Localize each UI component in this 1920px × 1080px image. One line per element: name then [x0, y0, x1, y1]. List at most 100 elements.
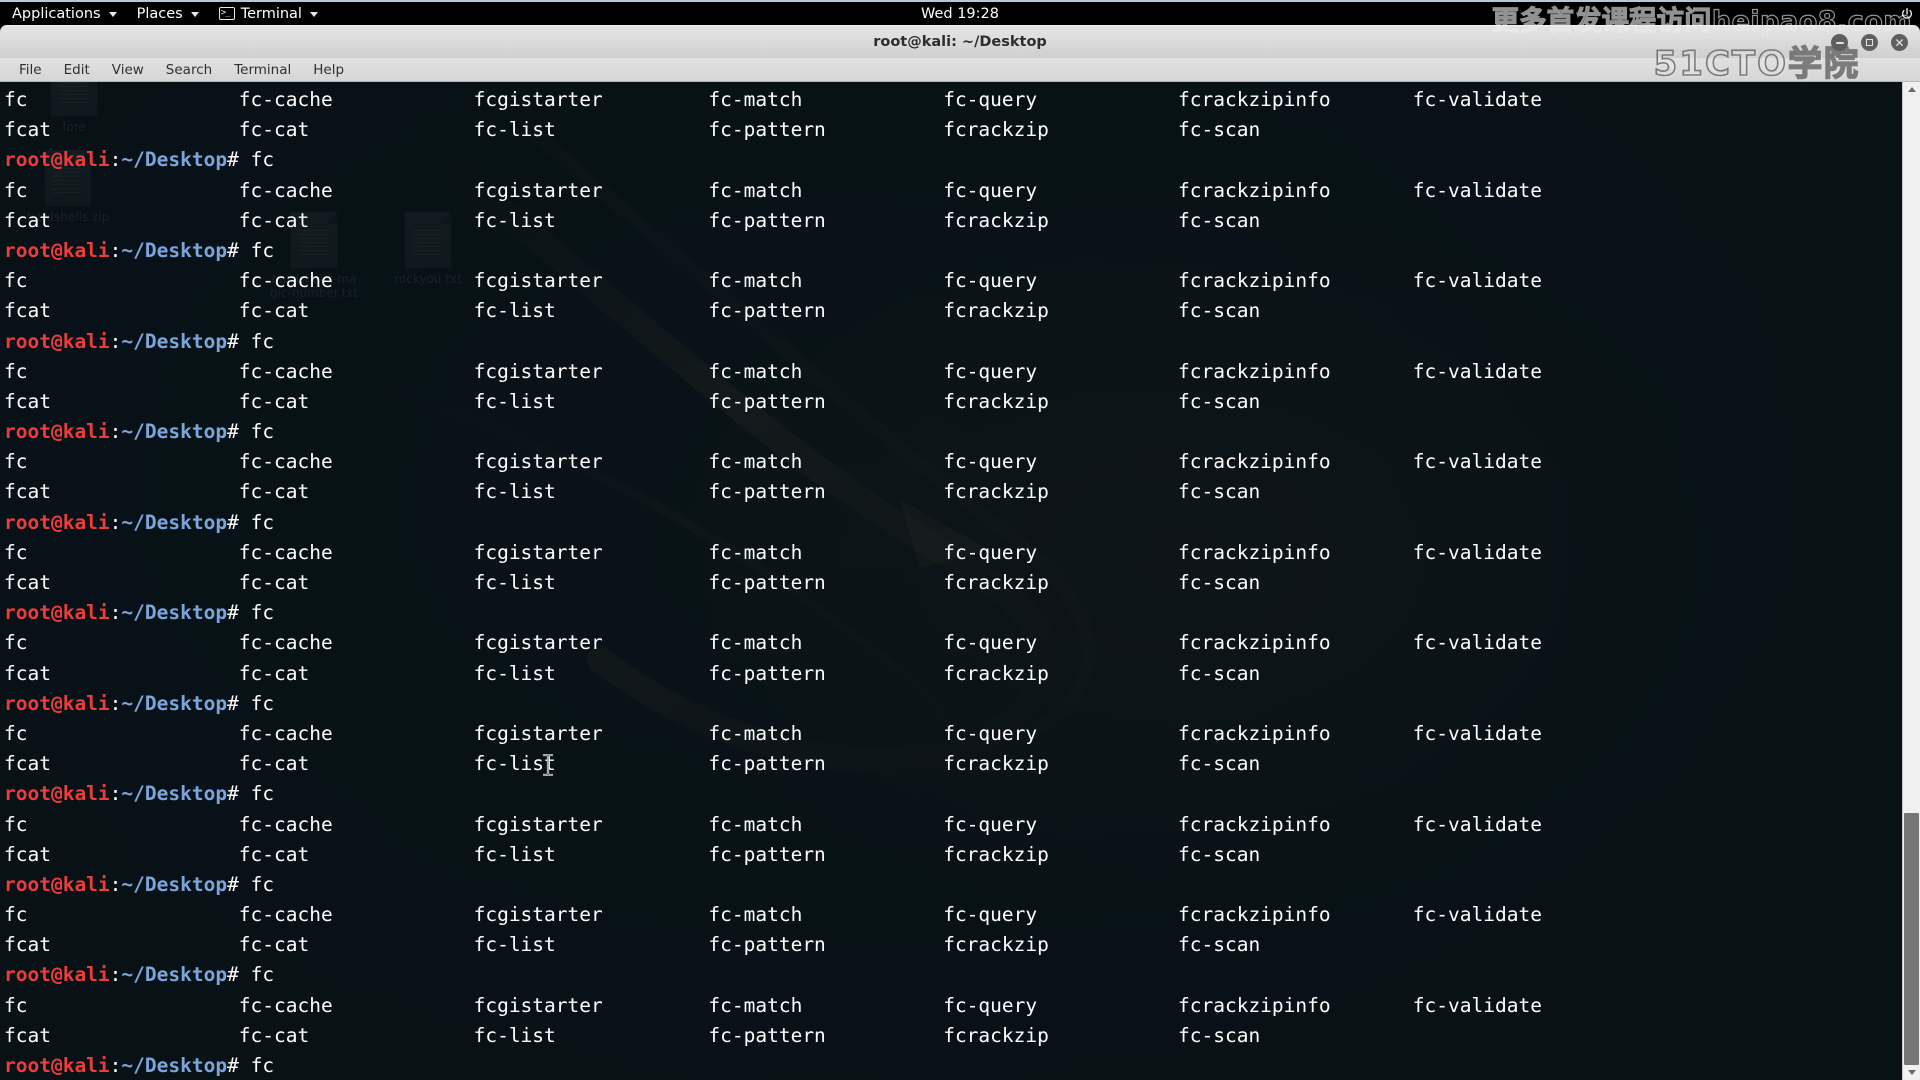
terminal-completion-line: fcat fc-cat fc-list fc-pattern fcrackzip…: [4, 208, 1261, 232]
menu-item-file[interactable]: File: [8, 59, 53, 81]
terminal-icon: >_: [218, 7, 235, 20]
terminal-completion-line: fc fc-cache fcgistarter fc-match fc-quer…: [4, 359, 1542, 383]
menu-applications[interactable]: Applications: [0, 2, 127, 25]
window-titlebar[interactable]: root@kali: ~/Desktop ✕: [0, 25, 1920, 58]
prompt-sigil: #: [227, 963, 251, 987]
prompt-sigil: #: [227, 691, 251, 715]
window-controls: ✕: [1831, 34, 1908, 51]
window-title: root@kali: ~/Desktop: [873, 34, 1047, 50]
prompt-user-host: root@kali: [4, 329, 110, 353]
terminal-completion-line: fc fc-cache fcgistarter fc-match fc-quer…: [4, 88, 1542, 111]
prompt-path: ~/Desktop: [121, 1054, 228, 1077]
minimize-button[interactable]: [1831, 34, 1848, 51]
terminal-scrollbar[interactable]: [1902, 82, 1920, 1080]
prompt-command: fc: [250, 872, 275, 896]
terminal-completion-line: fc fc-cache fcgistarter fc-match fc-quer…: [4, 540, 1542, 564]
prompt-path: ~/Desktop: [121, 329, 228, 353]
terminal-prompt-line: root@kali:~/Desktop# fc: [4, 508, 1902, 538]
terminal-completion-line: fcat fc-cat fc-list fc-pattern fcrackzip…: [4, 842, 1261, 866]
terminal-completion-line: fc fc-cache fcgistarter fc-match fc-quer…: [4, 993, 1542, 1017]
prompt-path: ~/Desktop: [121, 148, 228, 172]
maximize-button[interactable]: [1861, 34, 1878, 51]
terminal-completion-line: fc fc-cache fcgistarter fc-match fc-quer…: [4, 450, 1542, 474]
prompt-command: fc: [250, 601, 275, 625]
terminal-completion-line: fcat fc-cat fc-list fc-pattern fcrackzip…: [4, 299, 1261, 323]
prompt-user-host: root@kali: [4, 1054, 110, 1077]
terminal-completion-line: fcat fc-cat fc-list fc-pattern fcrackzip…: [4, 118, 1261, 142]
terminal-prompt-line: root@kali:~/Desktop# fc: [4, 327, 1902, 357]
prompt-command: fc: [250, 420, 275, 444]
terminal-prompt-line: root@kali:~/Desktop# fc: [4, 689, 1902, 719]
prompt-sigil: #: [227, 1054, 251, 1077]
terminal-prompt-line: root@kali:~/Desktop# fc: [4, 145, 1902, 175]
terminal-prompt-line: root@kali:~/Desktop# fc: [4, 236, 1902, 266]
prompt-command: fc: [250, 691, 275, 715]
terminal-window: root@kali: ~/Desktop ✕ File Edit View Searc…: [0, 25, 1920, 1080]
prompt-colon: :: [109, 963, 122, 987]
prompt-colon: :: [109, 601, 122, 625]
prompt-command: fc: [250, 782, 275, 806]
prompt-user-host: root@kali: [4, 601, 110, 625]
prompt-path: ~/Desktop: [121, 782, 228, 806]
chevron-down-icon: [309, 12, 318, 17]
minus-icon: [1835, 41, 1844, 44]
menu-terminal[interactable]: >_ Terminal: [209, 2, 328, 25]
chevron-down-icon: [1907, 1070, 1916, 1075]
prompt-command: fc: [250, 329, 275, 353]
prompt-command: fc: [250, 1054, 275, 1077]
terminal-body[interactable]: fc fc-cache fcgistarter fc-match fc-quer…: [0, 82, 1920, 1080]
prompt-path: ~/Desktop: [121, 872, 228, 896]
terminal-completion-line: fcat fc-cat fc-list fc-pattern fcrackzip…: [4, 933, 1261, 957]
prompt-path: ~/Desktop: [121, 601, 228, 625]
scroll-up-button[interactable]: [1903, 82, 1920, 97]
applications-label: Applications: [12, 5, 101, 22]
menu-item-search[interactable]: Search: [155, 59, 223, 81]
prompt-user-host: root@kali: [4, 963, 110, 987]
prompt-colon: :: [109, 148, 122, 172]
chevron-down-icon: [108, 12, 117, 17]
terminal-completion-line: fc fc-cache fcgistarter fc-match fc-quer…: [4, 269, 1542, 293]
screen: forehardshells.ziphardshells-magic-numbe…: [0, 0, 1920, 1080]
terminal-prompt-line: root@kali:~/Desktop# fc: [4, 960, 1902, 990]
terminal-completion-line: fcat fc-cat fc-list fc-pattern fcrackzip…: [4, 661, 1261, 685]
terminal-completion-line: fc fc-cache fcgistarter fc-match fc-quer…: [4, 812, 1542, 836]
scroll-down-button[interactable]: [1903, 1065, 1920, 1080]
close-button[interactable]: ✕: [1891, 34, 1908, 51]
terminal-completion-line: fcat fc-cat fc-list fc-pattern fcrackzip…: [4, 1023, 1261, 1047]
prompt-sigil: #: [227, 148, 251, 172]
menu-item-help[interactable]: Help: [302, 59, 355, 81]
terminal-prompt-line: root@kali:~/Desktop# fc: [4, 1051, 1902, 1080]
prompt-colon: :: [109, 510, 122, 534]
terminal-completion-line: fc fc-cache fcgistarter fc-match fc-quer…: [4, 631, 1542, 655]
panel-tray: [1900, 7, 1914, 21]
chevron-up-icon: [1907, 87, 1916, 92]
prompt-path: ~/Desktop: [121, 238, 228, 262]
prompt-user-host: root@kali: [4, 510, 110, 534]
terminal-prompt-line: root@kali:~/Desktop# fc: [4, 870, 1902, 900]
chevron-down-icon: [190, 12, 199, 17]
prompt-user-host: root@kali: [4, 872, 110, 896]
menu-places[interactable]: Places: [127, 2, 209, 25]
prompt-command: fc: [250, 963, 275, 987]
terminal-completion-line: fc fc-cache fcgistarter fc-match fc-quer…: [4, 903, 1542, 927]
prompt-command: fc: [250, 238, 275, 262]
terminal-completion-line: fcat fc-cat fc-list fc-pattern fcrackzip…: [4, 752, 1261, 776]
menu-item-terminal[interactable]: Terminal: [223, 59, 302, 81]
terminal-prompt-line: root@kali:~/Desktop# fc: [4, 779, 1902, 809]
terminal-prompt-line: root@kali:~/Desktop# fc: [4, 417, 1902, 447]
scrollbar-thumb[interactable]: [1904, 813, 1919, 1065]
menu-item-edit[interactable]: Edit: [53, 59, 101, 81]
prompt-path: ~/Desktop: [121, 691, 228, 715]
prompt-colon: :: [109, 872, 122, 896]
prompt-user-host: root@kali: [4, 691, 110, 715]
prompt-user-host: root@kali: [4, 238, 110, 262]
prompt-colon: :: [109, 238, 122, 262]
terminal-completion-line: fcat fc-cat fc-list fc-pattern fcrackzip…: [4, 389, 1261, 413]
terminal-completion-line: fc fc-cache fcgistarter fc-match fc-quer…: [4, 178, 1542, 202]
prompt-colon: :: [109, 691, 122, 715]
prompt-sigil: #: [227, 782, 251, 806]
terminal-screen[interactable]: fc fc-cache fcgistarter fc-match fc-quer…: [0, 82, 1902, 1080]
power-icon[interactable]: [1900, 7, 1914, 21]
menu-item-view[interactable]: View: [101, 59, 155, 81]
terminal-prompt-line: root@kali:~/Desktop# fc: [4, 598, 1902, 628]
